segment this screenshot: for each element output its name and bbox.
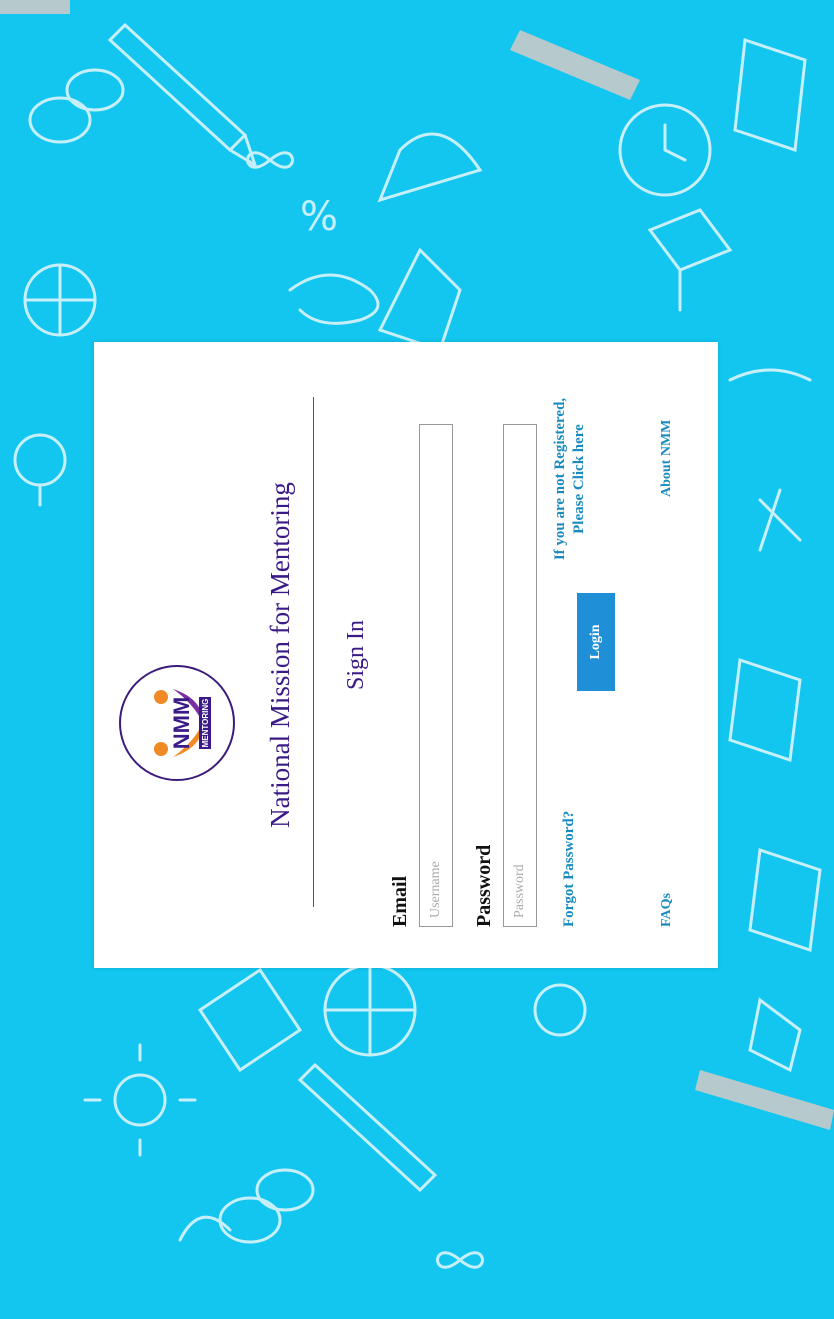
- password-label: Password: [473, 844, 495, 927]
- forgot-password-link[interactable]: Forgot Password?: [561, 811, 578, 927]
- faqs-link[interactable]: FAQs: [659, 893, 675, 927]
- register-line-2: Please Click here: [571, 424, 587, 534]
- about-nmm-link[interactable]: About NMM: [659, 420, 675, 497]
- svg-text:NMM: NMM: [169, 697, 194, 750]
- app-title: National Mission for Mentoring: [265, 482, 295, 828]
- svg-text:MENTORING: MENTORING: [201, 699, 210, 748]
- logo-icon: NMM MENTORING: [154, 689, 211, 757]
- register-line-1: If you are not Registered,: [552, 397, 568, 561]
- login-card-content: NMM MENTORING National Mission for Mento…: [93, 343, 719, 967]
- password-input[interactable]: [503, 424, 537, 927]
- login-button[interactable]: Login: [577, 593, 615, 691]
- register-link[interactable]: If you are not Registered, Please Click …: [551, 379, 589, 579]
- email-input[interactable]: [419, 424, 453, 927]
- svg-text:%: %: [300, 194, 338, 240]
- nmm-logo: NMM MENTORING: [119, 665, 235, 781]
- signin-heading: Sign In: [343, 620, 369, 691]
- title-divider: [313, 397, 314, 907]
- login-card: NMM MENTORING National Mission for Mento…: [94, 342, 718, 968]
- email-label: Email: [389, 875, 411, 927]
